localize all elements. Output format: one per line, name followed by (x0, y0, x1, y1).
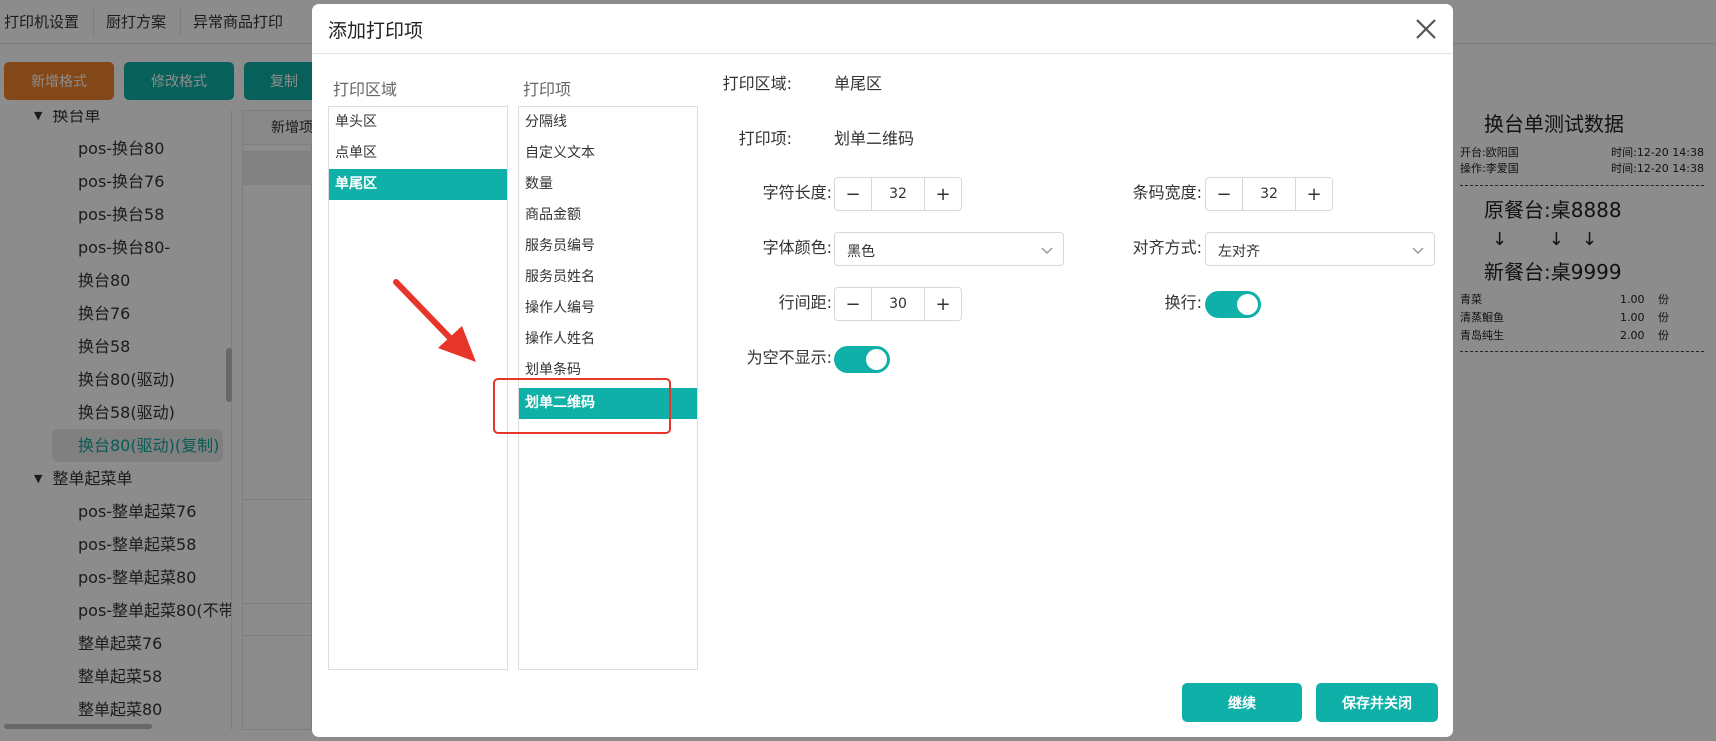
print-item[interactable]: 操作人姓名 (519, 324, 697, 355)
continue-button[interactable]: 继续 (1182, 683, 1302, 722)
save-close-button[interactable]: 保存并关闭 (1316, 683, 1438, 722)
item-column-label: 打印项 (523, 80, 572, 99)
area-list: 单头区 点单区 单尾区 (328, 106, 508, 670)
line-spacing-stepper: − 30 + (834, 287, 962, 321)
print-item[interactable]: 数量 (519, 169, 697, 200)
print-item[interactable]: 自定义文本 (519, 138, 697, 169)
print-item[interactable]: 服务员编号 (519, 231, 697, 262)
align-select[interactable]: 左对齐 (1205, 232, 1435, 266)
area-item-order[interactable]: 点单区 (329, 138, 507, 169)
print-item[interactable]: 服务员姓名 (519, 262, 697, 293)
dialog-header: 添加打印项 (312, 4, 1453, 54)
font-color-select[interactable]: 黑色 (834, 232, 1064, 266)
char-length-stepper: − 32 + (834, 177, 962, 211)
increment-button[interactable]: + (924, 178, 961, 210)
print-item[interactable]: 操作人编号 (519, 293, 697, 324)
print-item[interactable]: 分隔线 (519, 107, 697, 138)
hide-empty-toggle[interactable] (834, 346, 890, 373)
highlight-annotation (493, 378, 671, 434)
line-spacing-label: 行间距: (778, 293, 832, 312)
dialog-title: 添加打印项 (328, 20, 424, 42)
close-button[interactable] (1411, 14, 1441, 44)
align-value: 左对齐 (1218, 244, 1260, 260)
wrap-toggle[interactable] (1205, 291, 1261, 318)
font-color-label: 字体颜色: (762, 238, 832, 257)
area-column-label: 打印区域 (333, 80, 398, 99)
char-length-value[interactable]: 32 (872, 178, 924, 210)
toggle-knob (1237, 294, 1258, 315)
decrement-button[interactable]: − (835, 288, 872, 320)
decrement-button[interactable]: − (1206, 178, 1243, 210)
area-field-value: 单尾区 (834, 74, 883, 93)
increment-button[interactable]: + (924, 288, 961, 320)
red-arrow-icon (393, 279, 476, 362)
area-item-header[interactable]: 单头区 (329, 107, 507, 138)
barcode-width-label: 条码宽度: (1132, 183, 1202, 202)
increment-button[interactable]: + (1295, 178, 1332, 210)
chevron-down-icon (1412, 247, 1424, 255)
item-field-value: 划单二维码 (834, 129, 915, 148)
print-item[interactable]: 商品金额 (519, 200, 697, 231)
chevron-down-icon (1041, 247, 1053, 255)
area-item-footer[interactable]: 单尾区 (329, 169, 507, 200)
barcode-width-value[interactable]: 32 (1243, 178, 1295, 210)
font-color-value: 黑色 (847, 244, 875, 260)
decrement-button[interactable]: − (835, 178, 872, 210)
toggle-knob (866, 349, 887, 370)
item-field-label: 打印项: (738, 129, 792, 148)
line-spacing-value[interactable]: 30 (872, 288, 924, 320)
close-icon (1416, 19, 1436, 39)
char-length-label: 字符长度: (762, 183, 832, 202)
area-field-label: 打印区域: (722, 74, 792, 93)
hide-empty-label: 为空不显示: (746, 348, 832, 367)
wrap-label: 换行: (1164, 293, 1202, 312)
barcode-width-stepper: − 32 + (1205, 177, 1333, 211)
align-label: 对齐方式: (1132, 238, 1202, 257)
add-print-item-dialog: 添加打印项 打印区域 打印项 单头区 点单区 单尾区 分隔线 自定义文本 数量 … (312, 4, 1453, 737)
